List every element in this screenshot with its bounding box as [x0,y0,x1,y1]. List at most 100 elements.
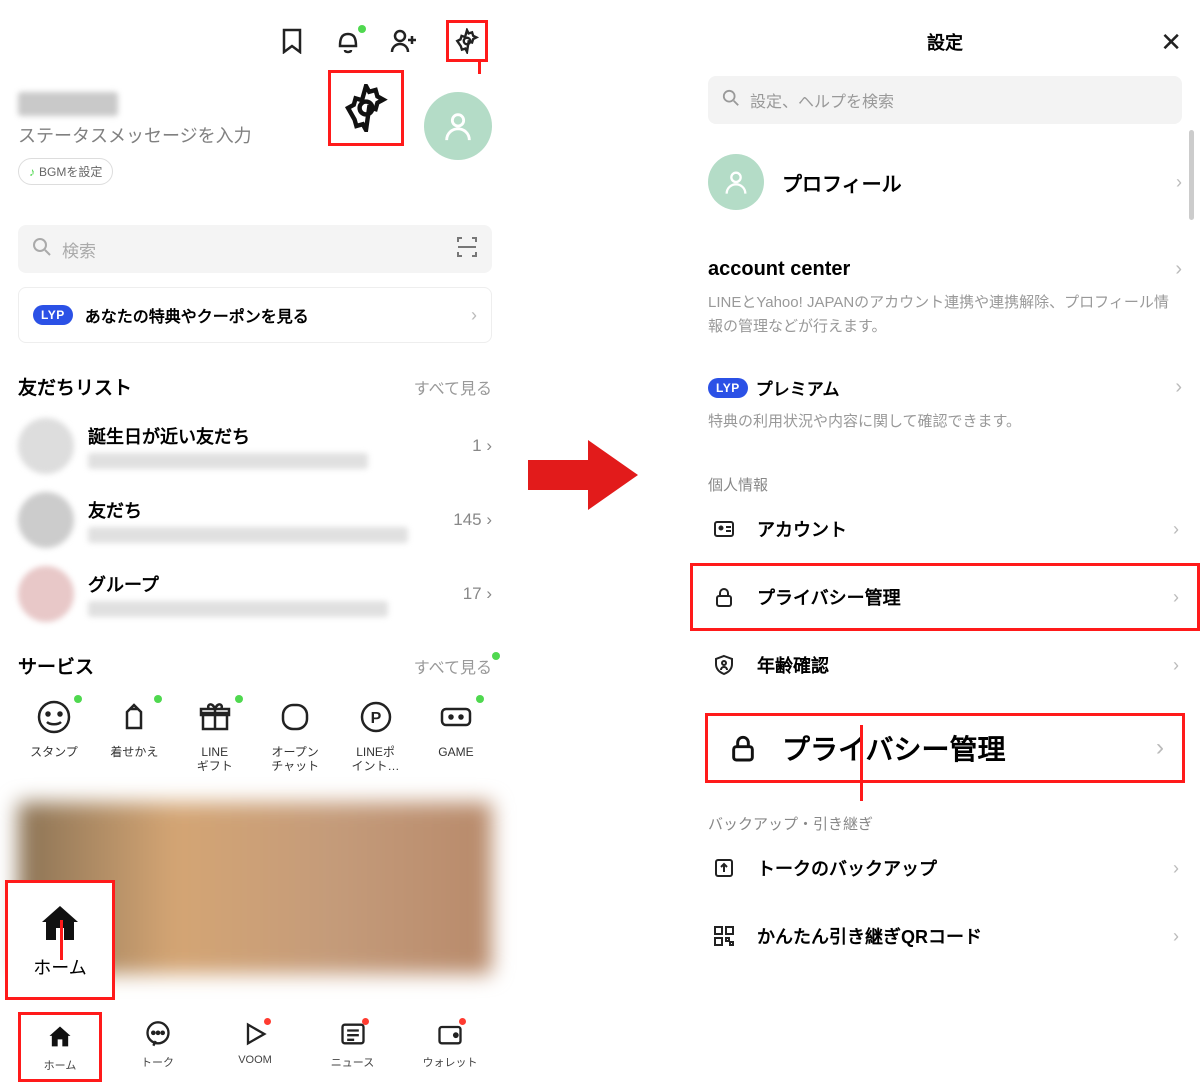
friend-sub-blurred [88,527,408,543]
top-icon-bar [18,20,492,62]
lyp-text: あなたの特典やクーポンを見る [85,303,459,327]
notification-dot [459,1018,466,1025]
service-theme[interactable]: 着せかえ [98,697,170,774]
settings-header: 設定 ✕ [690,20,1200,64]
nav-label: トーク [141,1054,174,1070]
dot-icon [235,695,243,703]
friends-section-head: 友だちリスト すべて見る [18,373,492,400]
wallet-icon [434,1018,466,1050]
row-label: トークのバックアップ [757,855,1153,881]
group-label: バックアップ・引き継ぎ [708,813,1182,834]
settings-backup-row[interactable]: トークのバックアップ › [708,834,1182,902]
dot-icon [154,695,162,703]
friend-item-friends[interactable]: 友だち 145 › [18,492,492,548]
row-label: アカウント [757,516,1153,542]
nav-talk[interactable]: トーク [116,1012,200,1082]
service-label: スタンプ [30,745,78,759]
profile-avatar[interactable] [424,92,492,160]
service-game[interactable]: GAME [420,697,492,774]
notification-dot [264,1018,271,1025]
service-label: LINEポ イント… [352,745,400,774]
settings-profile-row[interactable]: プロフィール › [690,124,1200,240]
friend-item-groups[interactable]: グループ 17 › [18,566,492,622]
service-grid: スタンプ 着せかえ LINE ギフト オープン チャット P LINEポ イント… [18,697,492,774]
privacy-callout: プライバシー管理 › [705,713,1185,783]
settings-group: account center › LINEとYahoo! JAPANのアカウント… [690,240,1200,956]
premium-desc: 特典の利用状況や内容に関して確認できます。 [708,410,1182,434]
friend-item-birthday[interactable]: 誕生日が近い友だち 1 › [18,418,492,474]
chevron-right-icon: › [1173,655,1179,676]
home-icon [44,1021,76,1053]
service-gift[interactable]: LINE ギフト [179,697,251,774]
chevron-right-icon: › [1176,172,1182,193]
status-message[interactable]: ステータスメッセージを入力 [18,122,252,148]
scan-icon[interactable] [456,236,478,263]
search-placeholder: 検索 [62,237,446,262]
row-label: かんたん引き継ぎQRコード [757,923,1153,949]
settings-qr-row[interactable]: かんたん引き継ぎQRコード › [708,902,1182,956]
chevron-right-icon: › [1173,858,1179,879]
row-label: 年齢確認 [757,652,1153,678]
bgm-button[interactable]: ♪ BGMを設定 [18,158,113,185]
see-all-link[interactable]: すべて見る [414,654,492,678]
lock-icon [711,584,737,610]
search-icon [32,237,52,262]
nav-home[interactable]: ホーム [18,1012,102,1082]
bell-icon[interactable] [334,27,362,55]
settings-search[interactable]: 設定、ヘルプを検索 [708,76,1182,124]
chevron-right-icon: › [1173,587,1179,608]
qr-icon [711,923,737,949]
friend-name: グループ [88,571,449,597]
privacy-callout-label: プライバシー管理 [782,728,1134,768]
see-all-link[interactable]: すべて見る [414,375,492,399]
settings-privacy-row-highlighted[interactable]: プライバシー管理 › [690,563,1200,631]
service-label: GAME [438,745,473,759]
nav-label: ウォレット [423,1054,478,1070]
svg-text:P: P [370,710,381,727]
settings-account-row[interactable]: アカウント › [708,495,1182,563]
settings-title: 設定 [927,29,963,55]
account-center-row[interactable]: account center › [708,240,1182,285]
chevron-right-icon: › [1175,376,1182,399]
backup-icon [711,855,737,881]
lyp-badge: LYP [33,305,73,325]
search-bar[interactable]: 検索 [18,225,492,273]
friend-avatar [18,492,74,548]
group-label: 個人情報 [708,474,1182,495]
red-arrow-icon [528,440,638,515]
nav-label: ニュース [331,1054,374,1070]
service-stamp[interactable]: スタンプ [18,697,90,774]
bookmark-icon[interactable] [278,27,306,55]
service-points[interactable]: P LINEポ イント… [340,697,412,774]
close-icon[interactable]: ✕ [1160,27,1182,58]
dot-icon [74,695,82,703]
add-friend-icon[interactable] [390,27,418,55]
scrollbar[interactable] [1189,130,1194,220]
search-icon [722,89,740,112]
settings-age-row[interactable]: 年齢確認 › [708,631,1182,699]
lyp-premium-row[interactable]: LYP プレミアム › [708,339,1182,404]
chevron-right-icon: › [1156,734,1164,762]
news-icon [337,1018,369,1050]
username-blurred [18,92,118,116]
chevron-right-icon: › [1173,926,1179,947]
account-center-title: account center [708,258,1175,281]
lyp-card[interactable]: LYP あなたの特典やクーポンを見る › [18,287,492,343]
account-center-desc: LINEとYahoo! JAPANのアカウント連携や連携解除、プロフィール情報の… [708,291,1182,339]
service-label: オープン チャット [271,745,319,774]
friend-avatar [18,566,74,622]
chevron-right-icon: › [1175,258,1182,281]
shield-icon [711,652,737,678]
nav-voom[interactable]: VOOM [213,1012,297,1082]
notification-dot [358,25,366,33]
gear-icon-highlighted[interactable] [446,20,488,62]
annotation-line [860,725,863,801]
chat-icon [142,1018,174,1050]
service-openchat[interactable]: オープン チャット [259,697,331,774]
service-label: 着せかえ [110,745,158,759]
friend-sub-blurred [88,601,388,617]
nav-news[interactable]: ニュース [311,1012,395,1082]
nav-wallet[interactable]: ウォレット [408,1012,492,1082]
friend-name: 誕生日が近い友だち [88,423,458,449]
profile-avatar-icon [708,154,764,210]
